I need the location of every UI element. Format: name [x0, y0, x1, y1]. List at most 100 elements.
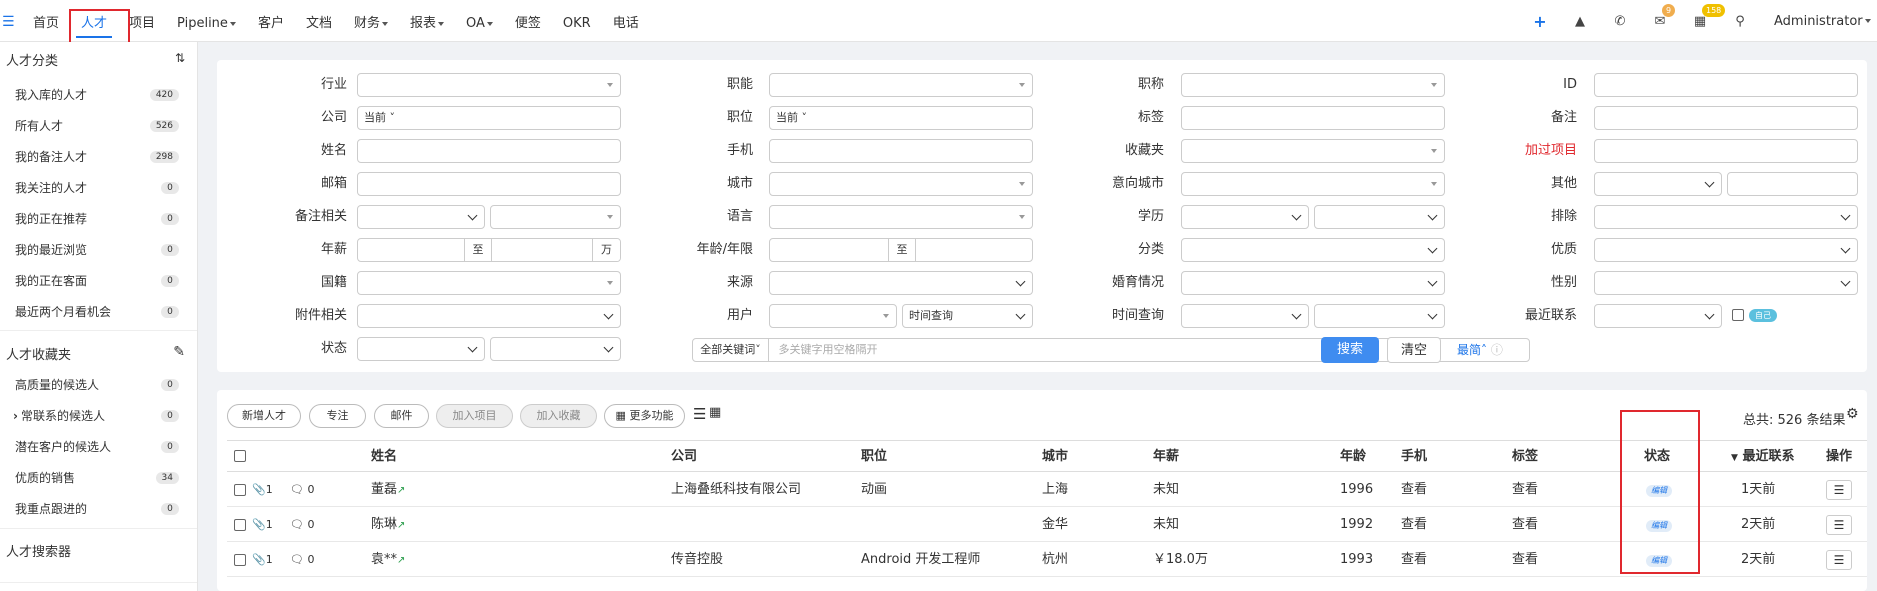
language-select[interactable] — [769, 205, 1033, 229]
user-menu[interactable]: Administrator — [1774, 14, 1871, 29]
nav-okr[interactable]: OKR — [552, 0, 602, 42]
add-favorite-button[interactable]: 加入收藏 — [520, 404, 597, 428]
nav-reports[interactable]: 报表 — [399, 0, 455, 42]
select-all-checkbox[interactable] — [234, 450, 246, 462]
joined-project-input[interactable] — [1594, 139, 1858, 163]
view-mobile-link[interactable]: 查看 — [1401, 542, 1427, 577]
sidebar-item[interactable]: 我的正在客面 0 — [15, 268, 179, 294]
sidebar-item[interactable]: 我的备注人才 298 — [15, 144, 179, 170]
nav-docs[interactable]: 文档 — [295, 0, 343, 42]
nav-finance[interactable]: 财务 — [343, 0, 399, 42]
id-input[interactable] — [1594, 73, 1858, 97]
row-checkbox[interactable] — [234, 554, 246, 566]
comment-count[interactable]: 🗨 0 — [290, 507, 314, 542]
recent-contact-select[interactable] — [1594, 304, 1722, 328]
age-range[interactable]: 至 — [769, 238, 1033, 262]
salary-cell[interactable]: 未知 — [1153, 472, 1179, 507]
sort-icon[interactable]: ⇅ — [175, 51, 185, 65]
target-city-select[interactable] — [1181, 172, 1445, 196]
add-project-button[interactable]: 加入项目 — [436, 404, 513, 428]
sidebar-item[interactable]: 我的正在推荐 0 — [15, 206, 179, 232]
attachment-count[interactable]: 📎1 — [252, 542, 273, 577]
status-cell[interactable]: 编辑 — [1646, 507, 1672, 542]
col-city[interactable]: 城市 — [1042, 441, 1068, 473]
mail-icon[interactable]: ✉ 9 — [1640, 3, 1680, 29]
attachment-select[interactable] — [357, 304, 621, 328]
company-input[interactable]: 当前 ˅ — [357, 106, 621, 130]
sidebar-item[interactable]: 我重点跟进的 0 — [15, 496, 179, 522]
comment-count[interactable]: 🗨 0 — [290, 542, 314, 577]
nav-pipeline[interactable]: Pipeline — [166, 0, 247, 42]
city-select[interactable] — [769, 172, 1033, 196]
clear-button[interactable]: 清空 — [1387, 337, 1441, 363]
function-select[interactable] — [769, 73, 1033, 97]
quality-select[interactable] — [1594, 238, 1858, 262]
self-checkbox[interactable] — [1732, 309, 1744, 321]
source-select[interactable] — [769, 271, 1033, 295]
name-input[interactable] — [357, 139, 621, 163]
sidebar-item[interactable]: 所有人才 526 — [15, 113, 179, 139]
keyword-scope-select[interactable]: 全部关键词˅ — [693, 339, 769, 361]
candidate-name-link[interactable]: 袁**↗ — [371, 542, 405, 578]
col-salary[interactable]: 年薪 — [1153, 441, 1179, 473]
status-sub-select[interactable] — [490, 337, 621, 361]
nav-home[interactable]: 首页 — [22, 0, 70, 42]
other-input[interactable] — [1727, 172, 1858, 196]
sidebar-item[interactable]: 我关注的人才 0 — [15, 175, 179, 201]
col-position[interactable]: 职位 — [861, 441, 887, 473]
col-name[interactable]: 姓名 — [371, 441, 397, 473]
nav-phone[interactable]: 电话 — [602, 0, 650, 42]
edit-icon[interactable]: ✎ — [173, 344, 185, 360]
education-select[interactable] — [1181, 205, 1309, 229]
search-button[interactable]: 搜索 — [1321, 337, 1379, 363]
sidebar-item[interactable]: › 常联系的候选人 0 — [13, 403, 179, 429]
list-view-icon[interactable]: ☰ — [693, 405, 706, 423]
time-query-select[interactable] — [1181, 304, 1309, 328]
position-input[interactable]: 当前 ˅ — [769, 106, 1033, 130]
sidebar-item[interactable]: 高质量的候选人 0 — [15, 372, 179, 398]
email-input[interactable] — [357, 172, 621, 196]
exclude-select[interactable] — [1594, 205, 1858, 229]
view-tag-link[interactable]: 查看 — [1512, 542, 1538, 577]
col-mobile[interactable]: 手机 — [1401, 441, 1427, 473]
sidebar-item[interactable]: 潜在客户的候选人 0 — [15, 434, 179, 460]
row-menu-button[interactable]: ☰ — [1826, 480, 1852, 500]
simple-mode-link[interactable]: 最简˄ ⓘ — [1457, 341, 1503, 358]
education-sub-select[interactable] — [1314, 205, 1445, 229]
email-button[interactable]: 邮件 — [374, 404, 429, 428]
candidate-name-link[interactable]: 陈琳↗ — [371, 507, 405, 543]
menu-icon[interactable]: ☰ — [2, 14, 15, 30]
note-input[interactable] — [1594, 106, 1858, 130]
col-recent-contact[interactable]: ▼ 最近联系 — [1731, 441, 1794, 474]
industry-select[interactable] — [357, 73, 621, 97]
col-age[interactable]: 年龄 — [1340, 441, 1366, 473]
nav-talent[interactable]: 人才 — [70, 0, 118, 42]
marital-select[interactable] — [1181, 271, 1445, 295]
new-talent-button[interactable]: 新增人才 — [227, 404, 301, 428]
nav-notes[interactable]: 便签 — [504, 0, 552, 42]
row-checkbox[interactable] — [234, 519, 246, 531]
calendar-icon[interactable]: ▦ 158 — [1680, 3, 1726, 29]
salary-range[interactable]: 至 万 — [357, 238, 621, 262]
col-tag[interactable]: 标签 — [1512, 441, 1538, 473]
shirt-icon[interactable]: ▲ — [1560, 14, 1600, 29]
status-cell[interactable]: 编辑 — [1646, 472, 1672, 507]
user-time-select[interactable]: 时间查询 — [902, 304, 1033, 328]
user-select[interactable] — [769, 304, 897, 328]
status-select[interactable] — [357, 337, 485, 361]
attachment-count[interactable]: 📎1 — [252, 507, 273, 542]
note-related-select[interactable] — [357, 205, 485, 229]
sidebar-item[interactable]: 我的最近浏览 0 — [15, 237, 179, 263]
salary-cell[interactable]: ￥18.0万 — [1153, 542, 1208, 577]
row-menu-button[interactable]: ☰ — [1826, 550, 1852, 570]
follow-button[interactable]: 专注 — [309, 404, 366, 428]
plus-icon[interactable]: + — [1520, 12, 1560, 31]
gender-select[interactable] — [1594, 271, 1858, 295]
sidebar-item[interactable]: 优质的销售 34 — [15, 465, 179, 491]
phone-icon[interactable]: ✆ — [1600, 14, 1640, 29]
comment-count[interactable]: 🗨 0 — [290, 472, 314, 507]
salary-cell[interactable]: 未知 — [1153, 507, 1179, 542]
view-tag-link[interactable]: 查看 — [1512, 507, 1538, 542]
nav-project[interactable]: 项目 — [118, 0, 166, 42]
settings-gear-icon[interactable]: ⚙ — [1846, 406, 1859, 422]
